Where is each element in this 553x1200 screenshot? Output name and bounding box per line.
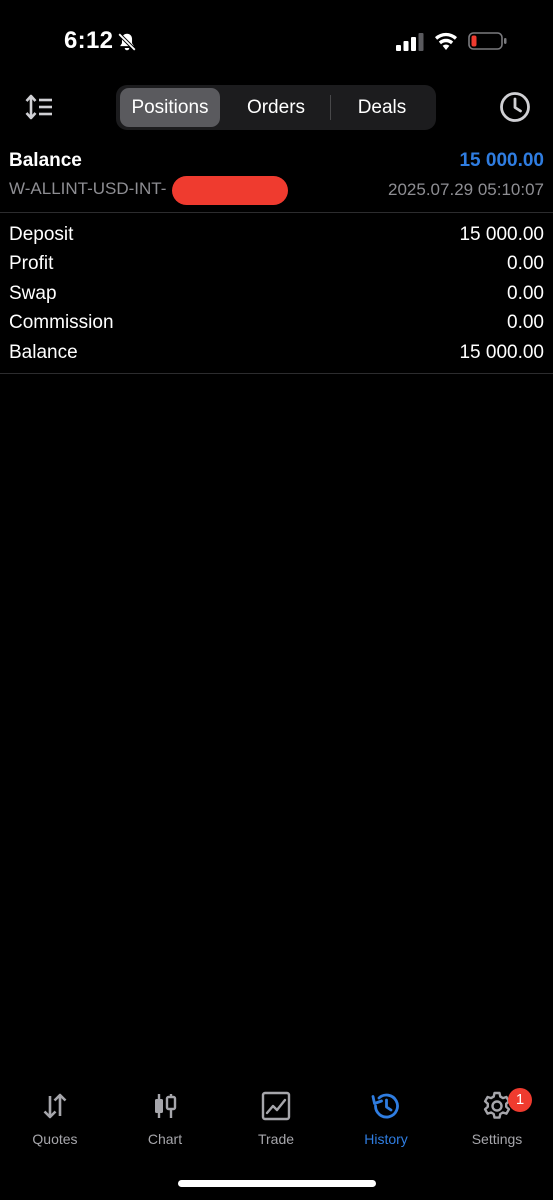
header-divider	[0, 212, 553, 213]
tab-settings[interactable]: Settings	[442, 1090, 552, 1156]
detail-label: Profit	[9, 253, 54, 274]
tab-deals[interactable]: Deals	[331, 88, 433, 127]
tab-label: Settings	[471, 1131, 523, 1147]
detail-value: 0.00	[507, 312, 544, 333]
redaction-mark	[172, 176, 288, 205]
detail-row-balance: Balance 15 000.00	[0, 342, 553, 371]
tab-trade[interactable]: Trade	[221, 1090, 331, 1156]
tab-orders[interactable]: Orders	[222, 88, 330, 127]
tab-label: Trade	[257, 1131, 295, 1147]
quotes-arrows-icon	[43, 1093, 67, 1119]
history-segmented-control: Positions Orders Deals	[116, 85, 436, 130]
detail-value: 0.00	[507, 253, 544, 274]
detail-value: 15 000.00	[459, 342, 544, 363]
home-indicator[interactable]	[178, 1180, 376, 1187]
tab-label: History	[364, 1131, 408, 1147]
tab-chart[interactable]: Chart	[110, 1090, 220, 1156]
detail-value: 15 000.00	[459, 224, 544, 245]
status-bar: 6:12	[0, 0, 553, 70]
trade-chart-icon	[261, 1091, 291, 1121]
detail-row-commission: Commission 0.00	[0, 312, 553, 341]
detail-label: Swap	[9, 283, 57, 304]
detail-label: Commission	[9, 312, 114, 333]
account-name: W-ALLINT-USD-INT-	[9, 179, 167, 198]
candlestick-icon	[155, 1094, 177, 1118]
clock-icon[interactable]	[498, 90, 532, 124]
balance-amount: 15 000.00	[459, 150, 544, 171]
tab-label: Chart	[147, 1131, 183, 1147]
wifi-icon	[435, 32, 457, 50]
details-divider	[0, 373, 553, 374]
tab-quotes[interactable]: Quotes	[0, 1090, 110, 1156]
status-time: 6:12	[64, 27, 114, 54]
detail-value: 0.00	[507, 283, 544, 304]
detail-label: Deposit	[9, 224, 74, 245]
sort-arrows-icon[interactable]	[24, 93, 54, 121]
tab-history[interactable]: History	[331, 1090, 441, 1156]
balance-title: Balance	[9, 150, 82, 171]
detail-row-swap: Swap 0.00	[0, 283, 553, 312]
settings-badge: 1	[508, 1088, 532, 1112]
history-icon	[371, 1093, 399, 1119]
detail-label: Balance	[9, 342, 78, 363]
detail-row-profit: Profit 0.00	[0, 253, 553, 282]
mute-bell-icon	[117, 32, 137, 52]
cellular-signal-icon	[396, 33, 424, 51]
detail-row-deposit: Deposit 15 000.00	[0, 224, 553, 253]
tab-label: Quotes	[32, 1131, 78, 1147]
battery-low-icon	[468, 32, 507, 50]
balance-datetime: 2025.07.29 05:10:07	[388, 180, 544, 199]
tab-positions[interactable]: Positions	[120, 88, 220, 127]
